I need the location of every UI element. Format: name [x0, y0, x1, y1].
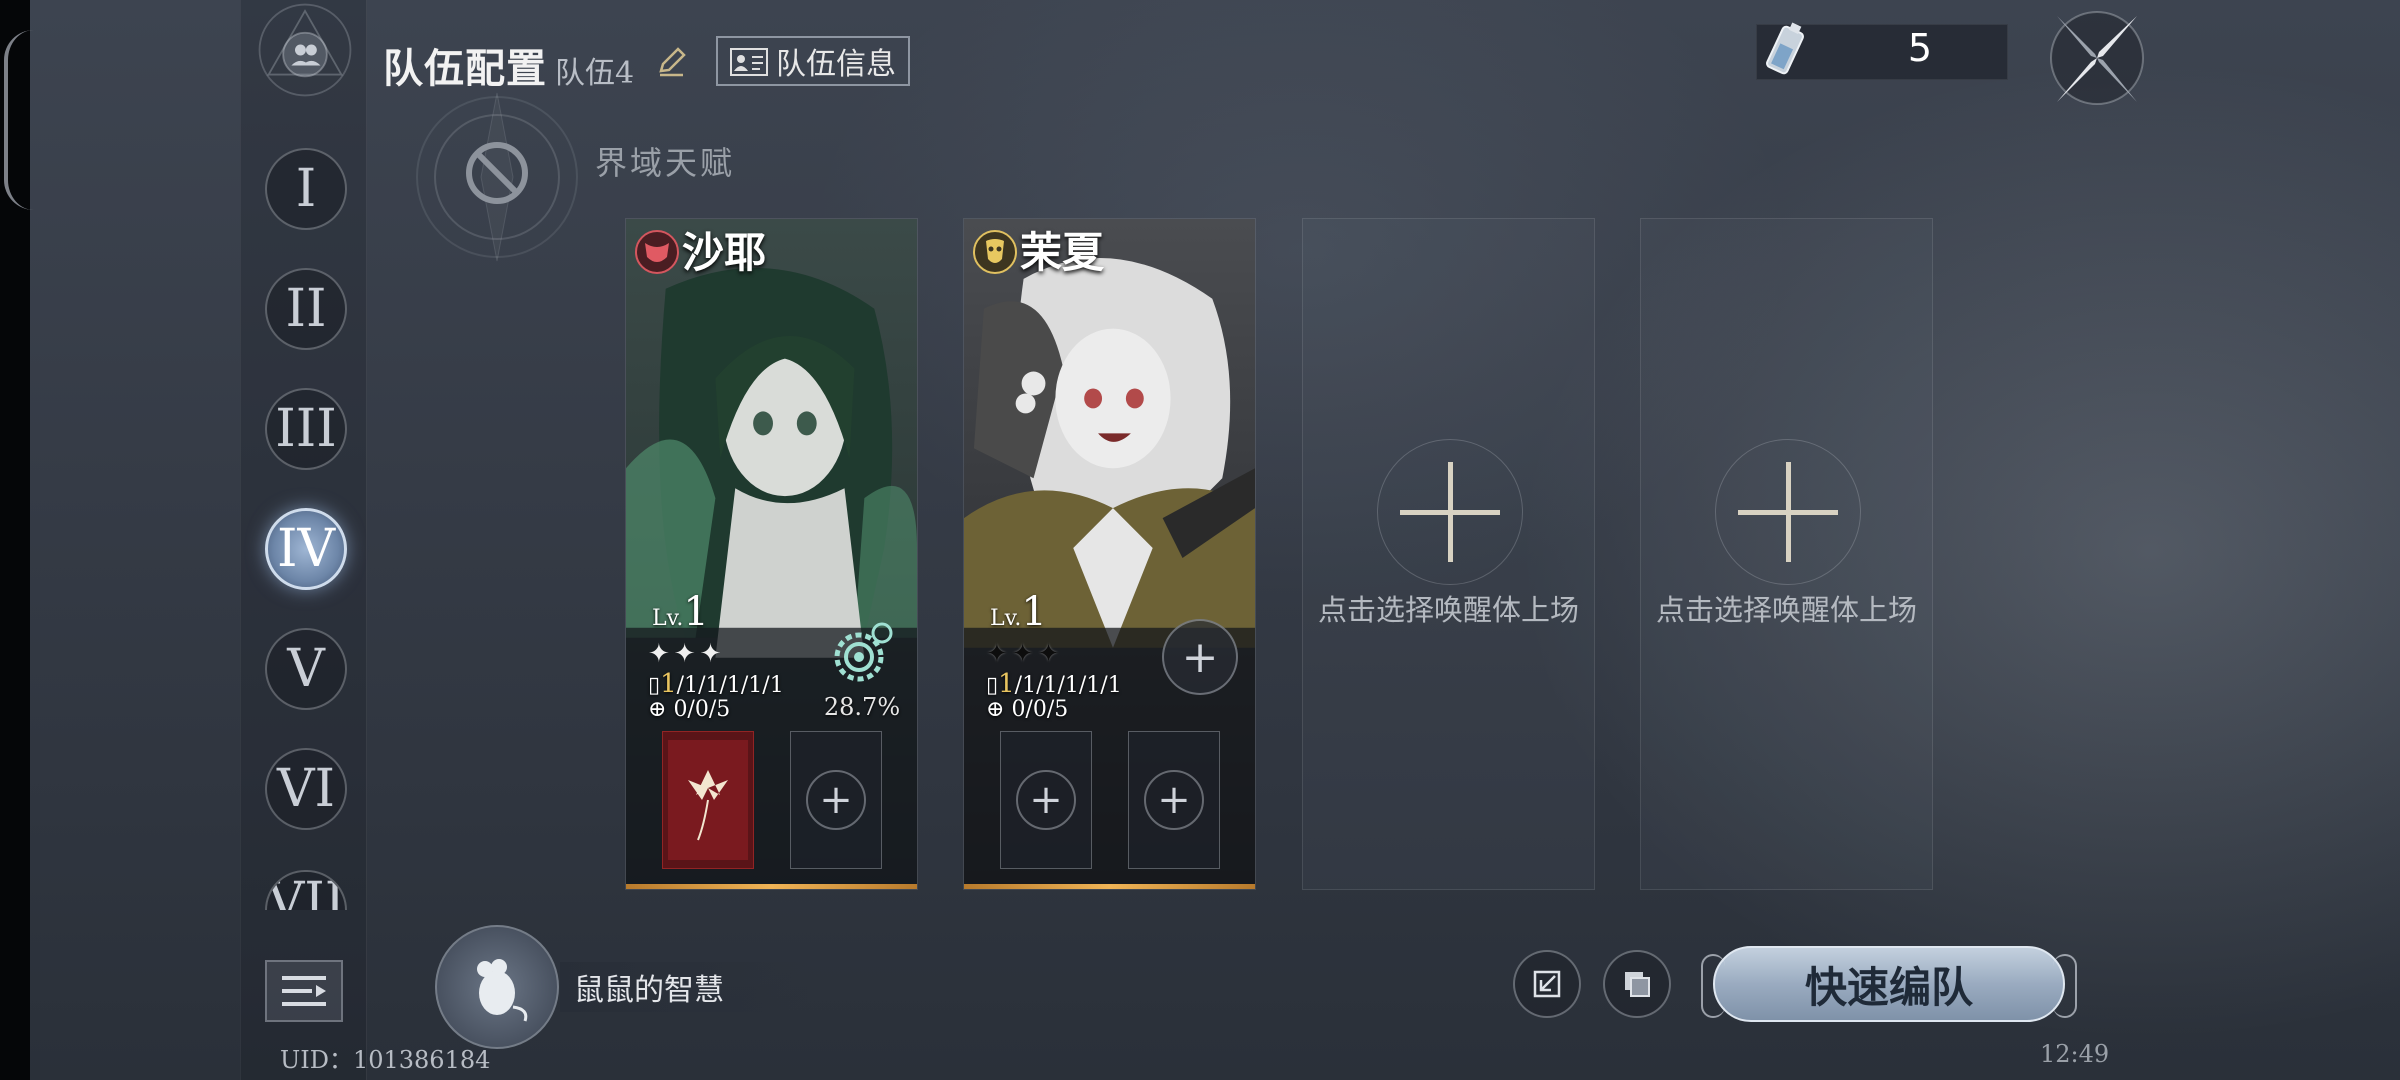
gear-progress[interactable]: 28.7% [822, 619, 902, 721]
plus-icon: + [806, 770, 866, 830]
empty-slot-hint: 点击选择唤醒体上场 [1655, 593, 1917, 627]
equip-slot-1-filled[interactable] [662, 731, 754, 869]
compass-small-icon: ⊕ [648, 697, 674, 722]
team-info-button[interactable]: 队伍信息 [716, 36, 910, 86]
element-mask-icon [635, 230, 679, 274]
tab-team-1[interactable]: I [265, 148, 347, 230]
list-menu-icon [282, 976, 326, 1006]
battery-vial-icon [1766, 22, 1804, 75]
empty-slot-hint: 点击选择唤醒体上场 [1317, 593, 1579, 627]
tab-team-5[interactable]: V [265, 628, 347, 710]
compass-icon[interactable] [2045, 6, 2149, 110]
talent-disabled-icon[interactable] [395, 85, 600, 270]
screen-bezel [0, 0, 30, 1080]
rat-icon [477, 959, 528, 1022]
plus-icon [1377, 439, 1523, 585]
team-emblem-icon [255, 0, 355, 100]
return-arrow-icon [1533, 970, 1561, 998]
equip-slot-2[interactable]: + [790, 731, 882, 869]
compass-small-icon: ⊕ [986, 697, 1012, 722]
menu-button[interactable] [265, 960, 343, 1022]
quick-team-button[interactable]: 快速编队 [1701, 946, 2077, 1022]
copy-team-button[interactable] [1603, 950, 1671, 1018]
tab-team-2[interactable]: II [265, 268, 347, 350]
stat-line-2: ⊕ 0/0/5 [648, 697, 731, 722]
retreat-button[interactable] [1513, 950, 1581, 1018]
stat-line-2: ⊕ 0/0/5 [986, 697, 1069, 722]
stat-line: ▯1/1/1/1/1/1 [648, 669, 784, 699]
id-card-icon [730, 48, 768, 76]
cards-icon: ▯ [986, 673, 999, 698]
plus-icon: + [1144, 770, 1204, 830]
clock: 12:49 [2040, 1040, 2110, 1068]
star-rating: ✦✦✦ [648, 639, 726, 669]
element-mask-icon [973, 230, 1017, 274]
talent-label: 界域天赋 [595, 144, 736, 182]
plus-icon [1715, 439, 1861, 585]
quick-team-label: 快速编队 [1804, 962, 1973, 1012]
equip-slot-2[interactable]: + [1128, 731, 1220, 869]
stat-line: ▯1/1/1/1/1/1 [986, 669, 1122, 699]
red-flower-card-icon [668, 740, 748, 860]
plus-icon: + [1162, 619, 1238, 695]
energy-value: 5 [1907, 26, 1933, 70]
copy-icon [1625, 972, 1650, 997]
rat-wisdom-label: 鼠鼠的智慧 [560, 962, 810, 1012]
character-card-saya[interactable]: 沙耶 Lv.1 ✦✦✦ ▯1/1/1/1/1/1 ⊕ 0/0/5 28.7% + [625, 218, 918, 890]
equip-slot-1[interactable]: + [1000, 731, 1092, 869]
empty-character-slot-3[interactable]: 点击选择唤醒体上场 [1302, 218, 1595, 890]
empty-character-slot-4[interactable]: 点击选择唤醒体上场 [1640, 218, 1933, 890]
cards-icon: ▯ [648, 673, 661, 698]
rat-wisdom-button[interactable] [435, 925, 559, 1049]
character-name: 茉夏 [1020, 228, 1105, 277]
tab-team-6[interactable]: VI [265, 748, 347, 830]
level-display: Lv.1 [990, 589, 1047, 635]
team-info-label: 队伍信息 [776, 47, 896, 82]
character-name: 沙耶 [682, 228, 767, 277]
level-display: Lv.1 [652, 589, 709, 635]
character-card-moxia[interactable]: 茉夏 Lv.1 ✦✦✦ ▯1/1/1/1/1/1 ⊕ 0/0/5 + + + [963, 218, 1256, 890]
user-uid: UID：101386184 [280, 1046, 491, 1074]
gear-slot-empty[interactable]: + [1160, 619, 1240, 695]
plus-icon: + [1016, 770, 1076, 830]
gear-icon [834, 622, 893, 682]
tab-team-3[interactable]: III [265, 388, 347, 470]
edit-pencil-icon[interactable] [655, 45, 689, 79]
star-rating: ✦✦✦ [986, 639, 1064, 669]
tab-team-4[interactable]: IV [265, 508, 347, 590]
